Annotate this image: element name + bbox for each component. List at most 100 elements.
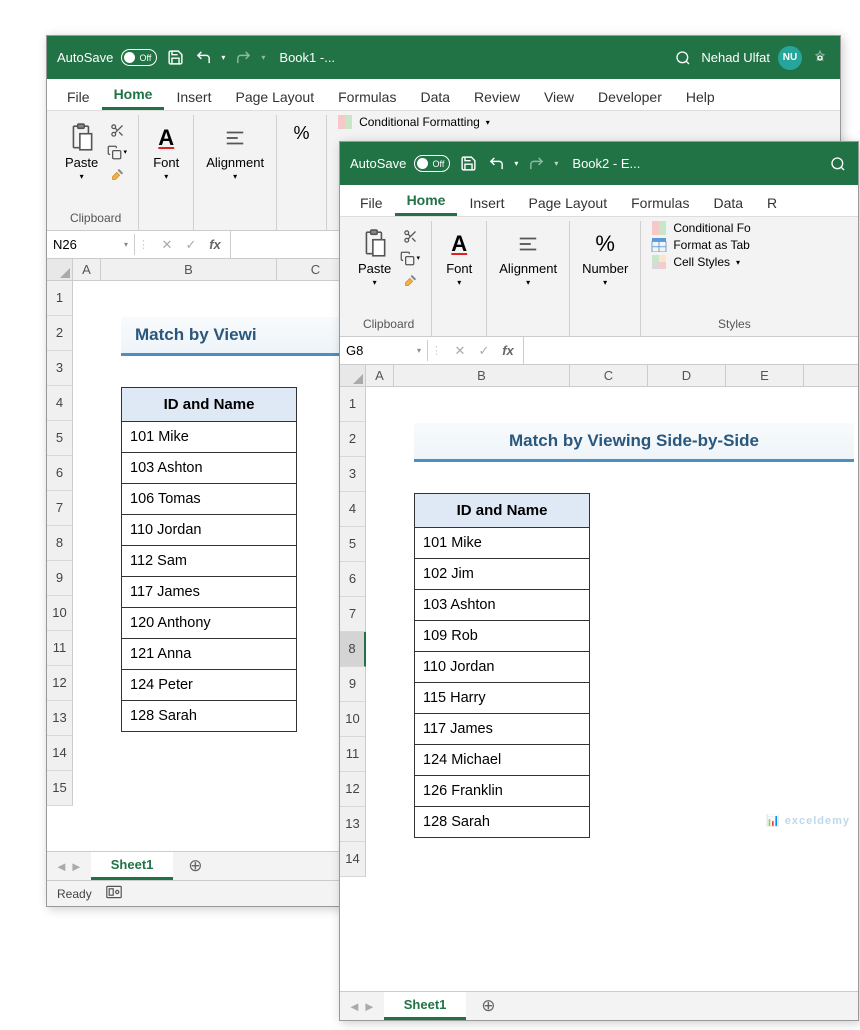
cut-icon[interactable] [106, 121, 128, 139]
sheet-tab-sheet1[interactable]: Sheet1 [91, 852, 174, 880]
table-cell[interactable]: 124 Michael [415, 745, 590, 776]
row-header[interactable]: 9 [47, 561, 73, 596]
font-button[interactable]: AFont▾ [442, 227, 476, 289]
toggle-switch[interactable]: Off [121, 49, 157, 66]
alignment-button[interactable]: Alignment▾ [204, 121, 266, 183]
table-cell[interactable]: 121 Anna [122, 639, 297, 670]
row-header[interactable]: 10 [47, 596, 73, 631]
table-cell[interactable]: 106 Tomas [122, 484, 297, 515]
enter-icon[interactable]: ✓ [179, 237, 203, 253]
select-all-corner[interactable] [47, 259, 73, 280]
row-header[interactable]: 5 [47, 421, 73, 456]
alignment-button[interactable]: Alignment▾ [497, 227, 559, 289]
cancel-icon[interactable]: ✕ [448, 343, 472, 359]
col-header-b[interactable]: B [101, 259, 277, 280]
sheet-prev-icon[interactable]: ◄ [348, 999, 361, 1014]
col-header-b[interactable]: B [394, 365, 570, 386]
search-icon[interactable] [828, 154, 848, 174]
add-sheet-icon[interactable]: ⊕ [474, 992, 502, 1020]
search-icon[interactable] [673, 48, 693, 68]
tab-review[interactable]: R [755, 190, 789, 216]
row-header[interactable]: 6 [47, 456, 73, 491]
paste-button[interactable]: Paste▾ [356, 227, 393, 289]
sheet-next-icon[interactable]: ► [363, 999, 376, 1014]
table-cell[interactable]: 103 Ashton [415, 590, 590, 621]
cell-styles-button[interactable]: Cell Styles▾ [651, 255, 750, 269]
table-header[interactable]: ID and Name [415, 494, 590, 528]
select-all-corner[interactable] [340, 365, 366, 386]
format-painter-icon[interactable] [106, 165, 128, 183]
row-header[interactable]: 11 [47, 631, 73, 666]
add-sheet-icon[interactable]: ⊕ [181, 852, 209, 880]
qat-more[interactable]: ▾ [554, 159, 558, 168]
col-header-e[interactable]: E [726, 365, 804, 386]
formula-input[interactable] [523, 337, 858, 364]
coming-soon-icon[interactable] [810, 48, 830, 68]
table-cell[interactable]: 117 James [122, 577, 297, 608]
tab-file[interactable]: File [55, 84, 102, 110]
format-as-table-button[interactable]: Format as Tab [651, 238, 750, 252]
tab-file[interactable]: File [348, 190, 395, 216]
row-header[interactable]: 15 [47, 771, 73, 806]
tab-help[interactable]: Help [674, 84, 727, 110]
conditional-formatting-button[interactable]: Conditional Fo [651, 221, 750, 235]
row-header[interactable]: 13 [340, 807, 366, 842]
sheet-prev-icon[interactable]: ◄ [55, 859, 68, 874]
toggle-switch[interactable]: Off [414, 155, 450, 172]
autosave-toggle[interactable]: AutoSave Off [350, 155, 450, 172]
row-header[interactable]: 6 [340, 562, 366, 597]
row-header[interactable]: 5 [340, 527, 366, 562]
table-header[interactable]: ID and Name [122, 388, 297, 422]
row-header[interactable]: 13 [47, 701, 73, 736]
row-header[interactable]: 12 [340, 772, 366, 807]
enter-icon[interactable]: ✓ [472, 343, 496, 359]
col-header-a[interactable]: A [366, 365, 394, 386]
fx-icon[interactable]: fx [496, 343, 520, 359]
row-header[interactable]: 9 [340, 667, 366, 702]
row-header[interactable]: 1 [47, 281, 73, 316]
row-header[interactable]: 4 [47, 386, 73, 421]
tab-page-layout[interactable]: Page Layout [516, 190, 619, 216]
tab-insert[interactable]: Insert [164, 84, 223, 110]
table-cell[interactable]: 102 Jim [415, 559, 590, 590]
tab-insert[interactable]: Insert [457, 190, 516, 216]
avatar[interactable]: NU [778, 46, 802, 70]
table-cell[interactable]: 120 Anthony [122, 608, 297, 639]
tab-review[interactable]: Review [462, 84, 532, 110]
format-painter-icon[interactable] [399, 271, 421, 289]
row-header[interactable]: 14 [47, 736, 73, 771]
col-header-d[interactable]: D [648, 365, 726, 386]
cut-icon[interactable] [399, 227, 421, 245]
undo-icon[interactable] [193, 48, 213, 68]
number-button[interactable]: %Number▾ [580, 227, 630, 289]
row-header[interactable]: 3 [340, 457, 366, 492]
font-button[interactable]: AFont▾ [149, 121, 183, 183]
row-header[interactable]: 11 [340, 737, 366, 772]
worksheet-grid[interactable]: A B C D E 1 2 3 4 5 6 7 8 9 10 11 12 13 … [340, 365, 858, 877]
table-cell[interactable]: 109 Rob [415, 621, 590, 652]
undo-icon[interactable] [486, 154, 506, 174]
col-header-c[interactable]: C [570, 365, 648, 386]
row-header[interactable]: 1 [340, 387, 366, 422]
tab-developer[interactable]: Developer [586, 84, 674, 110]
table-cell[interactable]: 101 Mike [415, 528, 590, 559]
row-header[interactable]: 4 [340, 492, 366, 527]
table-cell[interactable]: 110 Jordan [415, 652, 590, 683]
undo-dropdown[interactable]: ▾ [514, 159, 518, 168]
row-header[interactable]: 7 [340, 597, 366, 632]
tab-page-layout[interactable]: Page Layout [223, 84, 326, 110]
table-cell[interactable]: 112 Sam [122, 546, 297, 577]
save-icon[interactable] [165, 48, 185, 68]
row-header[interactable]: 12 [47, 666, 73, 701]
copy-icon[interactable]: ▾ [106, 143, 128, 161]
table-cell[interactable]: 101 Mike [122, 422, 297, 453]
copy-icon[interactable]: ▾ [399, 249, 421, 267]
tab-view[interactable]: View [532, 84, 586, 110]
col-header-a[interactable]: A [73, 259, 101, 280]
name-box[interactable]: N26▾ [47, 234, 135, 255]
name-box[interactable]: G8▾ [340, 340, 428, 361]
row-header[interactable]: 14 [340, 842, 366, 877]
table-cell[interactable]: 126 Franklin [415, 776, 590, 807]
tab-home[interactable]: Home [395, 187, 458, 216]
sheet-next-icon[interactable]: ► [70, 859, 83, 874]
